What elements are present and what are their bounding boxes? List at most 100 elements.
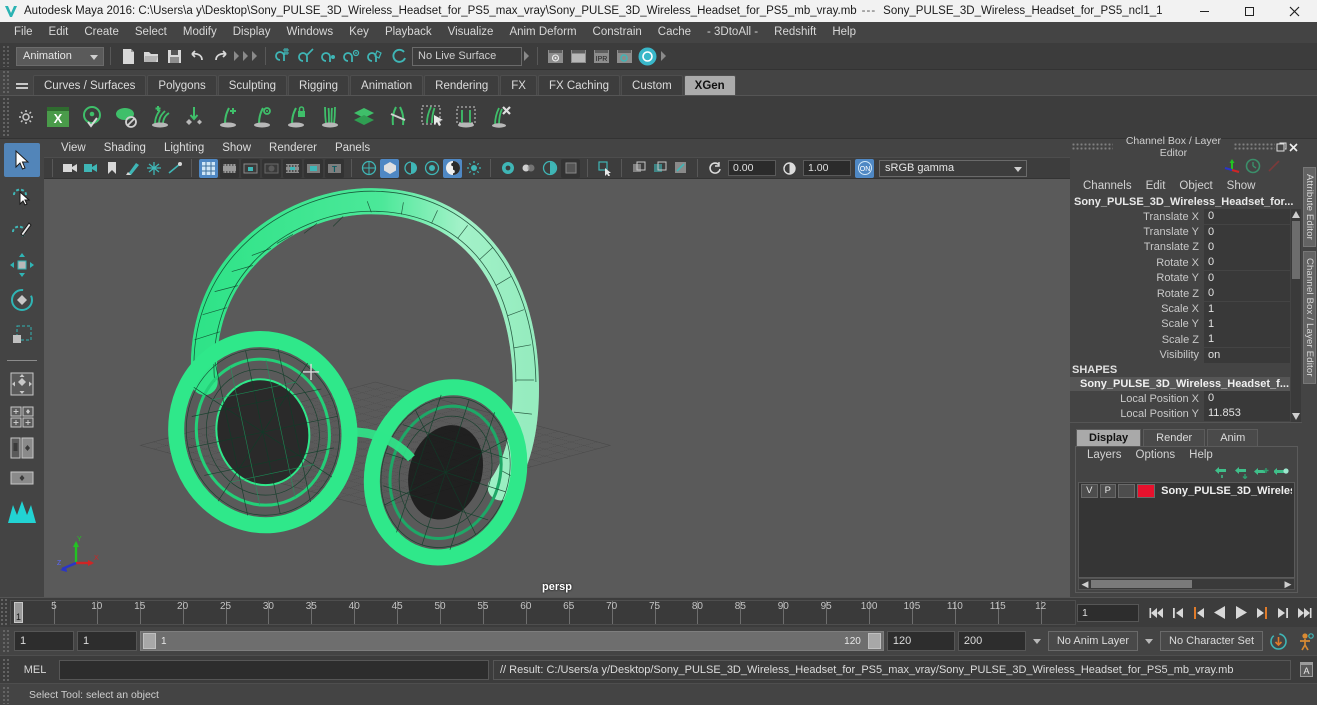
menu-item-edit[interactable]: Edit <box>41 22 77 43</box>
xray-icon[interactable] <box>629 159 648 178</box>
channel-row-scale-y[interactable]: Scale Y 1 <box>1070 316 1290 332</box>
xgen-disable-icon[interactable] <box>109 100 143 134</box>
channel-speed-icon[interactable] <box>1243 157 1262 176</box>
minimize-button[interactable] <box>1182 0 1227 22</box>
layout-four-view-button[interactable] <box>4 367 40 401</box>
gamma-reset-icon[interactable] <box>780 159 799 178</box>
use-all-lights-icon[interactable] <box>443 158 462 178</box>
screen-space-ao-icon[interactable] <box>498 159 517 178</box>
channel-row-translate-y[interactable]: Translate Y 0 <box>1070 224 1290 240</box>
snap-to-projected-center-icon[interactable] <box>341 45 364 68</box>
channel-value[interactable]: 1 <box>1204 301 1290 317</box>
layer-shading-toggle[interactable] <box>1118 483 1135 498</box>
wireframe-grid-icon[interactable] <box>199 158 218 178</box>
shelf-tab-xgen[interactable]: XGen <box>683 75 736 95</box>
shelf-tab-polygons[interactable]: Polygons <box>147 75 217 95</box>
statusline-grip[interactable] <box>2 45 11 67</box>
save-scene-icon[interactable] <box>163 45 186 68</box>
current-time-indicator[interactable]: 1 <box>14 602 23 623</box>
viewport-menu-lighting[interactable]: Lighting <box>155 142 213 154</box>
xgen-layers-icon[interactable] <box>347 100 381 134</box>
menu-item-select[interactable]: Select <box>127 22 175 43</box>
command-language-label[interactable]: MEL <box>15 664 55 676</box>
undock-panel-icon[interactable] <box>1275 141 1288 154</box>
shelf-tab-rendering[interactable]: Rendering <box>424 75 500 95</box>
channel-row-translate-x[interactable]: Translate X 0 <box>1070 209 1290 225</box>
image-plane-icon[interactable] <box>123 159 142 178</box>
menu-item-display[interactable]: Display <box>225 22 279 43</box>
channel-row-local-position-x[interactable]: Local Position X 0 <box>1070 391 1290 407</box>
maximize-button[interactable] <box>1227 0 1272 22</box>
xgen-editor-icon[interactable]: X <box>41 100 75 134</box>
viewport-menu-panels[interactable]: Panels <box>326 142 379 154</box>
xgen-part-icon[interactable] <box>313 100 347 134</box>
bookmark-icon[interactable] <box>102 159 121 178</box>
layer-tab-anim[interactable]: Anim <box>1207 428 1259 446</box>
manipulator-axes-icon[interactable] <box>1222 157 1241 176</box>
channel-value[interactable]: 0 <box>1204 255 1290 271</box>
range-start-time-field[interactable]: 1 <box>77 631 137 651</box>
scrollbar-thumb[interactable] <box>1292 221 1300 279</box>
xgen-place-icon[interactable] <box>177 100 211 134</box>
menuset-selector[interactable]: Animation <box>16 46 104 66</box>
animation-start-time-field[interactable]: 1 <box>14 631 74 651</box>
layer-menu-help[interactable]: Help <box>1182 449 1220 461</box>
toolbar-collapse-3[interactable] <box>250 46 259 66</box>
channel-value[interactable]: 0 <box>1204 209 1290 225</box>
viewport-3d-canvas[interactable]: Y X Z persp <box>44 179 1070 597</box>
scroll-right-icon[interactable]: ▶ <box>1282 579 1294 590</box>
character-set-selector[interactable]: No Character Set <box>1160 631 1263 651</box>
xgen-lock-icon[interactable] <box>279 100 313 134</box>
viewport-menu-renderer[interactable]: Renderer <box>260 142 326 154</box>
channel-box-scrollbar[interactable] <box>1291 209 1301 422</box>
vertical-tab-attribute-editor[interactable]: Attribute Editor <box>1303 167 1316 248</box>
menu-item-visualize[interactable]: Visualize <box>440 22 502 43</box>
move-tool-button[interactable] <box>4 248 40 282</box>
gate-mask-icon[interactable] <box>262 158 281 178</box>
ipr-render-icon[interactable]: IPR <box>590 45 613 68</box>
menu-item-anim-deform[interactable]: Anim Deform <box>501 22 584 43</box>
two-d-pan-zoom-icon[interactable] <box>304 158 323 178</box>
layer-menu-options[interactable]: Options <box>1129 449 1183 461</box>
cb-menu-channels[interactable]: Channels <box>1076 180 1139 192</box>
measure-icon[interactable] <box>165 159 184 178</box>
range-end-handle[interactable] <box>867 633 881 649</box>
go-to-end-icon[interactable] <box>1294 603 1313 623</box>
exposure-field[interactable]: 0.00 <box>728 160 776 176</box>
step-forward-frame-icon[interactable] <box>1252 603 1271 623</box>
range-slider-grip[interactable] <box>2 629 11 653</box>
layer-menu-layers[interactable]: Layers <box>1080 449 1129 461</box>
go-to-start-icon[interactable] <box>1147 603 1166 623</box>
snap-to-view-plane-icon[interactable] <box>364 45 387 68</box>
channel-row-translate-z[interactable]: Translate Z 0 <box>1070 239 1290 255</box>
hscrollbar-thumb[interactable] <box>1091 580 1193 588</box>
step-back-frame-icon[interactable] <box>1189 603 1208 623</box>
render-current-frame-icon[interactable] <box>544 45 567 68</box>
panel-grip-left[interactable] <box>1072 143 1113 151</box>
layer-visibility-toggle[interactable]: V <box>1081 483 1098 498</box>
shelf-grip[interactable] <box>2 70 11 95</box>
shelf-tab-curves-surfaces[interactable]: Curves / Surfaces <box>33 75 147 95</box>
layer-move-up-icon[interactable] <box>1211 465 1231 481</box>
script-editor-icon[interactable]: A <box>1295 659 1317 681</box>
hypershade-icon[interactable] <box>636 45 659 68</box>
play-forwards-icon[interactable] <box>1231 603 1250 623</box>
shelf-tab-custom[interactable]: Custom <box>621 75 683 95</box>
channel-box-shape-name[interactable]: Sony_PULSE_3D_Wireless_Headset_f... <box>1070 376 1290 391</box>
toolbar-collapse-2[interactable] <box>241 46 250 66</box>
snap-to-grid-icon[interactable] <box>272 45 295 68</box>
redo-render-icon[interactable] <box>567 45 590 68</box>
channel-warn-icon[interactable] <box>1264 157 1283 176</box>
layer-item[interactable]: V P Sony_PULSE_3D_Wireles <box>1079 483 1294 499</box>
play-backwards-icon[interactable] <box>1210 603 1229 623</box>
channel-row-rotate-x[interactable]: Rotate X 0 <box>1070 255 1290 271</box>
cb-menu-show[interactable]: Show <box>1220 180 1263 192</box>
menu-item-file[interactable]: File <box>6 22 41 43</box>
xgen-cut-icon[interactable] <box>381 100 415 134</box>
scroll-up-icon[interactable] <box>1292 209 1300 220</box>
step-forward-key-icon[interactable] <box>1273 603 1292 623</box>
vertical-tab-channel-box-layer-editor[interactable]: Channel Box / Layer Editor <box>1303 251 1316 384</box>
viewport-menu-view[interactable]: View <box>52 142 95 154</box>
channel-row-scale-x[interactable]: Scale X 1 <box>1070 301 1290 317</box>
toolbar-collapse-4[interactable] <box>522 46 531 66</box>
